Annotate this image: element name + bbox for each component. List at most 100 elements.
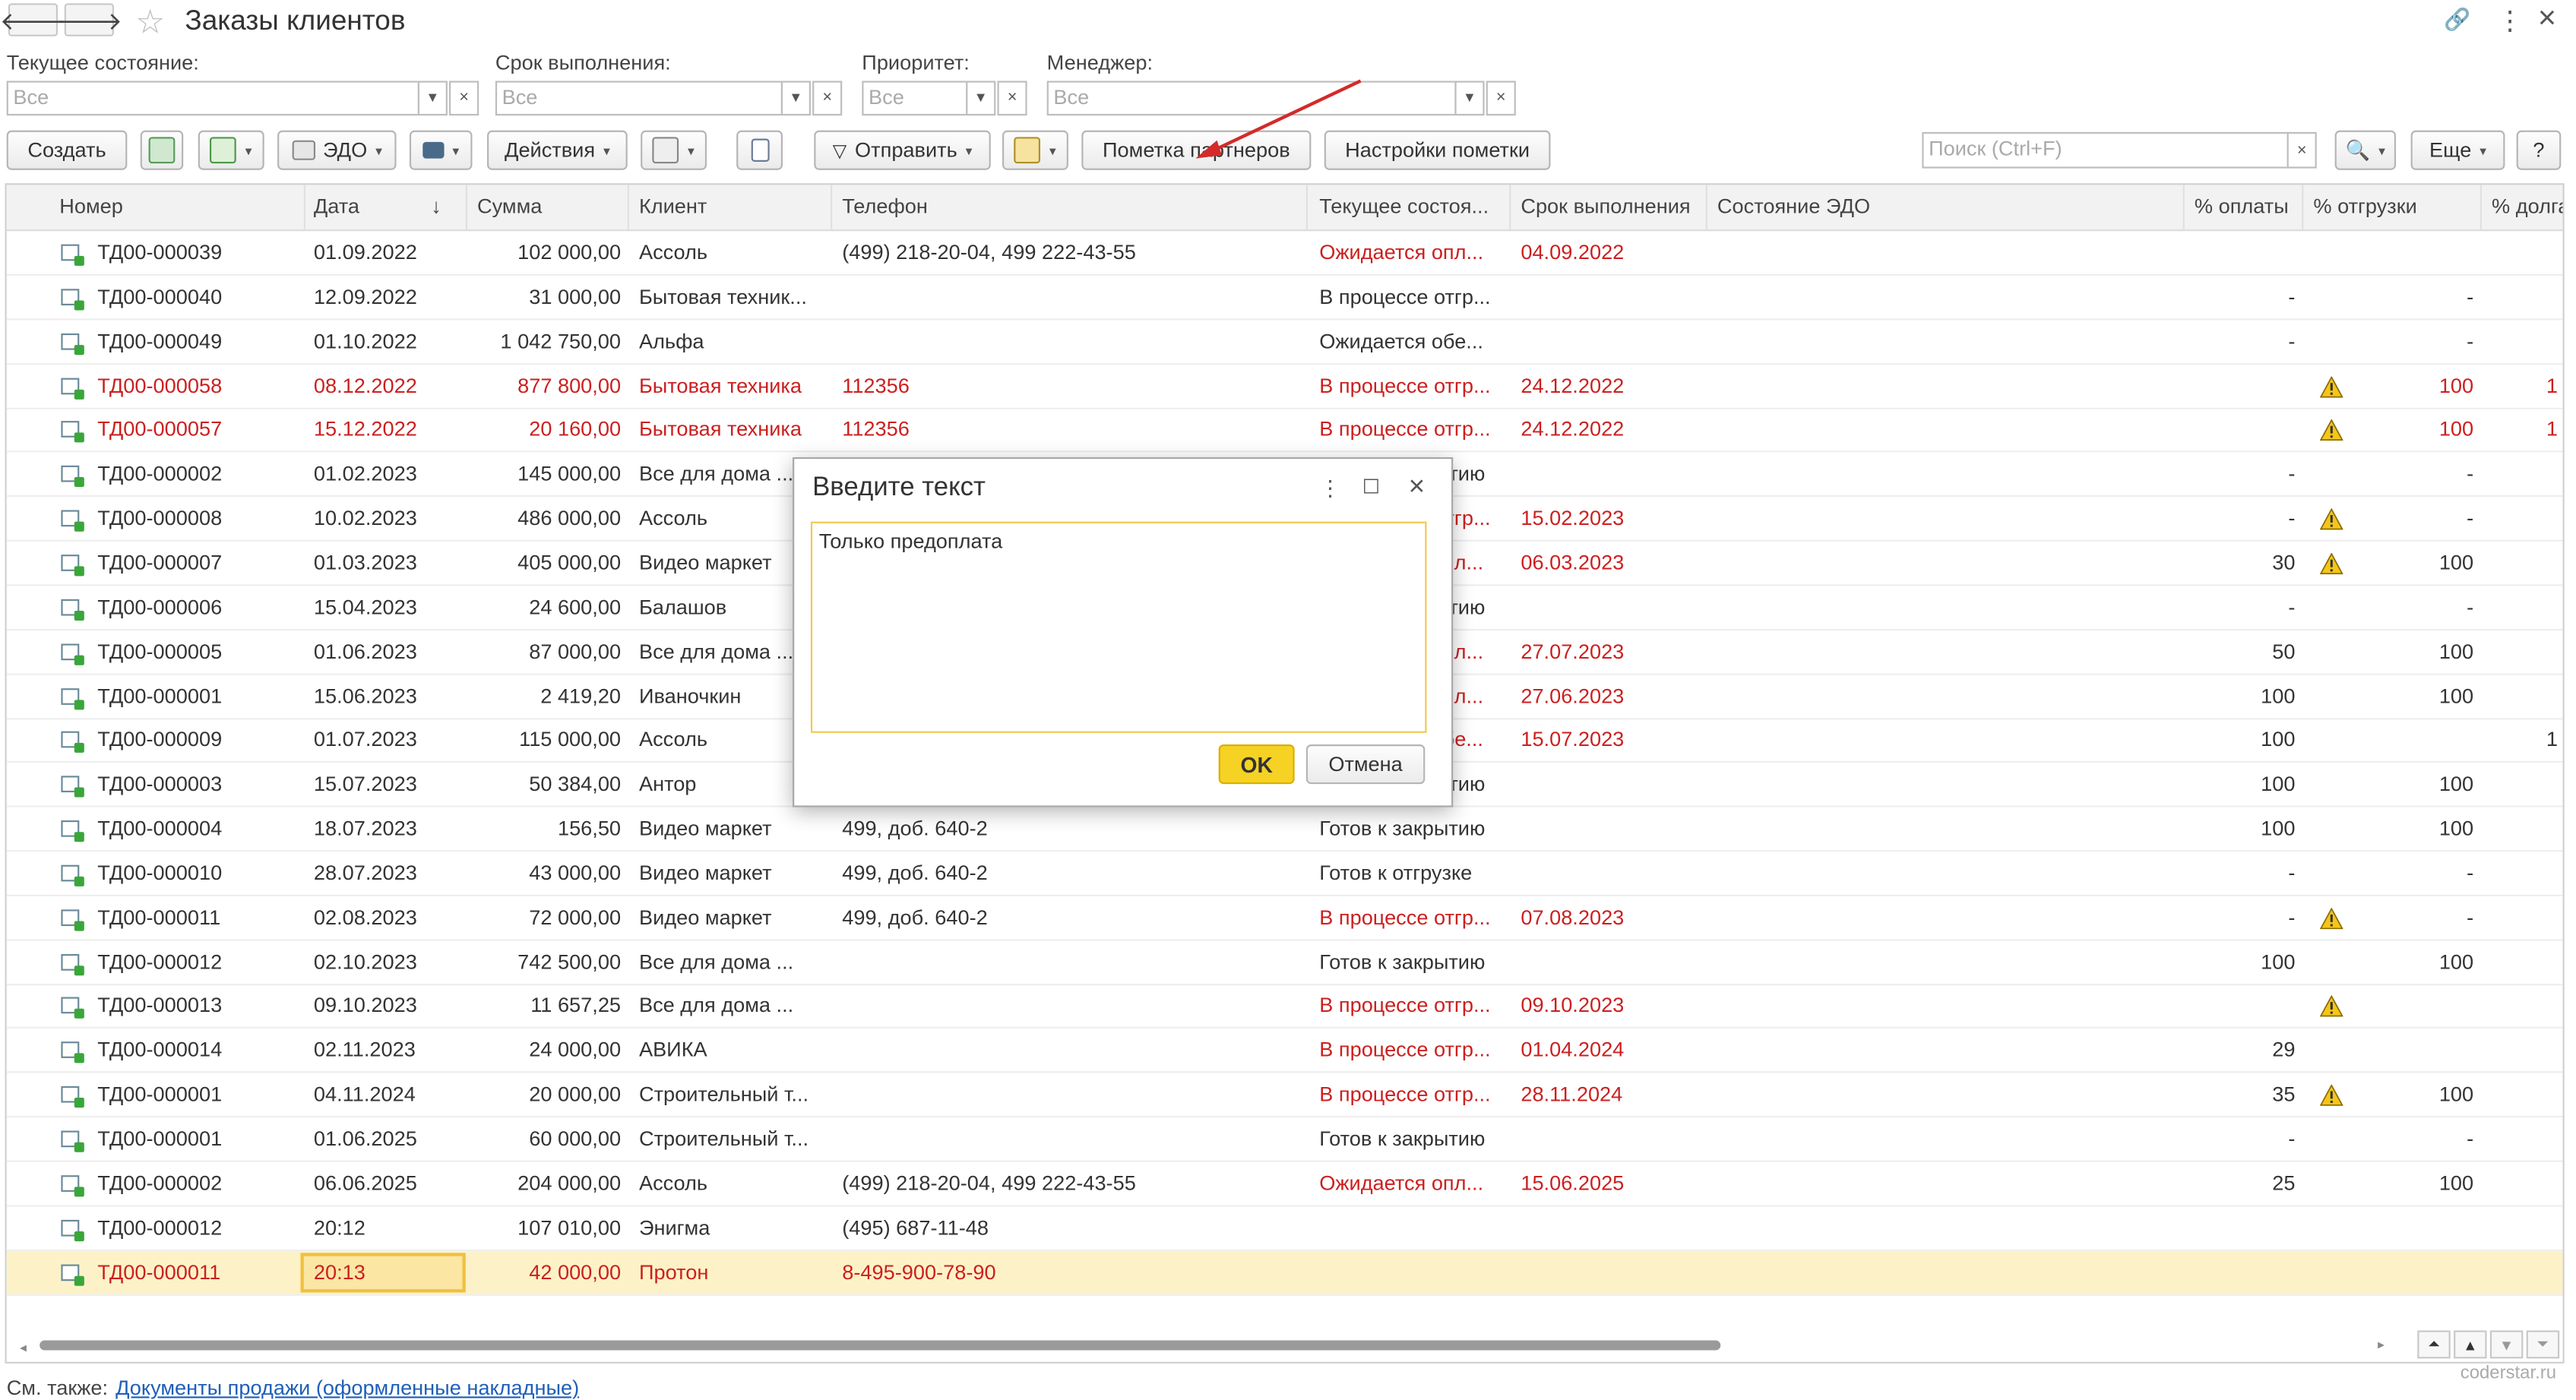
table-row[interactable]: ТД00-000001 01.06.2025 60 000,00 Строительн…	[6, 1117, 2563, 1162]
scroll-bottom-button[interactable]: ⏷	[2526, 1330, 2560, 1359]
table-row[interactable]: ТД00-000049 01.10.2022 1 042 750,00 Альфа Ож…	[6, 320, 2563, 365]
cell-client: Альфа	[638, 329, 704, 353]
cell-date: 20:13	[300, 1252, 466, 1292]
scroll-top-button[interactable]: ⏶	[2417, 1330, 2451, 1359]
cancel-button[interactable]: Отмена	[1305, 744, 1426, 785]
table-row[interactable]: ТД00-000011 02.08.2023 72 000,00 Видео марк…	[6, 896, 2563, 941]
warning-icon	[2320, 375, 2343, 397]
cell-deadline: 15.07.2023	[1521, 728, 1625, 752]
cell-state: Готов к отгрузке	[1319, 861, 1473, 885]
cell-shipment-pct: 100	[2438, 1171, 2474, 1195]
cell-deadline: 27.07.2023	[1521, 640, 1625, 663]
maximize-icon[interactable]: ☐	[1362, 476, 1380, 498]
column-header-payment-pct[interactable]: % оплаты	[2195, 194, 2289, 217]
cell-sum: 20 160,00	[529, 418, 622, 442]
column-header-debt-pct[interactable]: % долга	[2492, 194, 2562, 217]
column-header-number[interactable]: Номер	[59, 194, 123, 217]
cell-date: 04.11.2024	[313, 1082, 416, 1107]
order-document-icon	[61, 599, 84, 621]
cell-debt-pct: 1	[2546, 728, 2558, 752]
column-header-client[interactable]: Клиент	[639, 194, 707, 217]
order-document-icon	[61, 1219, 84, 1241]
cell-number: ТД00-000013	[97, 994, 223, 1018]
table-row[interactable]: ТД00-000002 06.06.2025 204 000,00 Ассоль (49…	[6, 1161, 2563, 1207]
cell-number: ТД00-000012	[97, 950, 223, 974]
cell-deadline: 07.08.2023	[1521, 905, 1625, 929]
warning-icon	[2320, 419, 2343, 441]
column-header-edo-state[interactable]: Состояние ЭДО	[1717, 194, 1870, 217]
table-row[interactable]: ТД00-000011 20:13 42 000,00 Протон 8-495-900…	[6, 1250, 2563, 1295]
cell-shipment-pct: -	[2467, 1127, 2474, 1151]
cell-payment-pct: 29	[2272, 1038, 2296, 1062]
cell-date: 15.06.2023	[313, 684, 417, 708]
see-also-label: См. также:	[6, 1376, 109, 1400]
cell-shipment-pct: -	[2467, 462, 2474, 486]
cell-payment-pct: 50	[2272, 640, 2296, 663]
cell-date: 02.11.2023	[313, 1038, 416, 1062]
order-document-icon	[61, 288, 84, 311]
table-row[interactable]: ТД00-000013 09.10.2023 11 657,25 Все для до…	[6, 984, 2563, 1029]
cell-client: Бытовая техника	[638, 418, 802, 442]
cell-payment-pct: -	[2288, 861, 2296, 885]
cell-payment-pct: 100	[2261, 817, 2296, 841]
column-header-sum[interactable]: Сумма	[477, 194, 542, 217]
scroll-left-icon[interactable]: ◂	[20, 1340, 27, 1355]
cell-client: Энигма	[638, 1215, 710, 1240]
table-row[interactable]: ТД00-000057 15.12.2022 20 160,00 Бытовая те…	[6, 409, 2563, 453]
scroll-right-icon[interactable]: ▸	[2378, 1337, 2385, 1352]
sales-documents-link[interactable]: Документы продажи (оформленные накладные…	[116, 1376, 579, 1399]
table-row[interactable]: ТД00-000010 28.07.2023 43 000,00 Видео марк…	[6, 852, 2563, 896]
cell-payment-pct: -	[2288, 329, 2296, 353]
cell-sum: 204 000,00	[517, 1171, 622, 1195]
dialog-close-icon[interactable]: ×	[1409, 470, 1426, 503]
cell-deadline: 24.12.2022	[1521, 374, 1625, 397]
cell-number: ТД00-000002	[97, 1171, 223, 1195]
warning-icon	[2320, 996, 2343, 1018]
cell-shipment-pct: 100	[2438, 418, 2474, 442]
dialog-menu-icon[interactable]: ⋮	[1319, 476, 1340, 502]
cell-debt-pct: 1	[2546, 374, 2558, 397]
dialog-text-area[interactable]: Только предоплата	[810, 521, 1427, 733]
table-row[interactable]: ТД00-000012 02.10.2023 742 500,00 Все для д…	[6, 940, 2563, 985]
scroll-up-button[interactable]: ▲	[2454, 1330, 2487, 1359]
cell-date: 15.04.2023	[313, 596, 417, 619]
cell-shipment-pct: 100	[2438, 773, 2474, 796]
order-document-icon	[61, 1263, 84, 1285]
cell-sum: 102 000,00	[517, 241, 622, 264]
table-row[interactable]: ТД00-000004 18.07.2023 156,50 Видео маркет 4…	[6, 807, 2563, 852]
cell-number: ТД00-000010	[97, 861, 223, 885]
table-row[interactable]: ТД00-000014 02.11.2023 24 000,00 АВИКА В про…	[6, 1029, 2563, 1074]
ok-button[interactable]: OK	[1218, 744, 1295, 785]
cell-shipment-pct: 100	[2438, 374, 2474, 397]
table-row[interactable]: ТД00-000001 04.11.2024 20 000,00 Строительн…	[6, 1073, 2563, 1118]
cell-payment-pct: -	[2288, 285, 2296, 309]
cell-shipment-pct: 100	[2438, 684, 2474, 708]
cell-client: Протон	[638, 1260, 709, 1284]
cell-state: Готов к закрытию	[1319, 817, 1486, 841]
cell-number: ТД00-000003	[97, 773, 223, 796]
cell-sum: 486 000,00	[517, 507, 622, 530]
table-row[interactable]: ТД00-000040 12.09.2022 31 000,00 Бытовая те…	[6, 276, 2563, 321]
column-header-shipment-pct[interactable]: % отгрузки	[2313, 194, 2416, 217]
column-header-phone[interactable]: Телефон	[842, 194, 928, 217]
table-row[interactable]: ТД00-000012 20:12 107 010,00 Энигма (495) 68…	[6, 1206, 2563, 1251]
cell-deadline: 28.11.2024	[1521, 1082, 1623, 1107]
cell-shipment-pct: -	[2467, 507, 2474, 530]
table-row[interactable]: ТД00-000039 01.09.2022 102 000,00 Ассоль (49…	[6, 231, 2563, 276]
cell-date: 01.06.2023	[313, 640, 417, 663]
cell-state: Готов к закрытию	[1319, 1127, 1486, 1151]
cell-shipment-pct: -	[2467, 285, 2474, 309]
order-document-icon	[61, 643, 84, 665]
cell-state: В процессе отгр...	[1319, 418, 1491, 442]
column-header-state[interactable]: Текущее состоя...	[1319, 194, 1489, 217]
scroll-down-button[interactable]: ▼	[2489, 1330, 2524, 1359]
table-row[interactable]: ТД00-000058 08.12.2022 877 800,00 Бытовая т…	[6, 364, 2563, 409]
column-header-deadline[interactable]: Срок выполнения	[1521, 194, 1690, 217]
cell-phone: 499, доб. 640-2	[842, 861, 988, 885]
column-header-date[interactable]: Дата	[314, 194, 359, 217]
cell-deadline: 06.03.2023	[1521, 551, 1625, 575]
horizontal-scrollbar-thumb[interactable]	[40, 1340, 1721, 1351]
order-document-icon	[61, 1086, 84, 1108]
cell-deadline: 15.06.2025	[1521, 1171, 1625, 1195]
cell-number: ТД00-000004	[97, 817, 223, 841]
